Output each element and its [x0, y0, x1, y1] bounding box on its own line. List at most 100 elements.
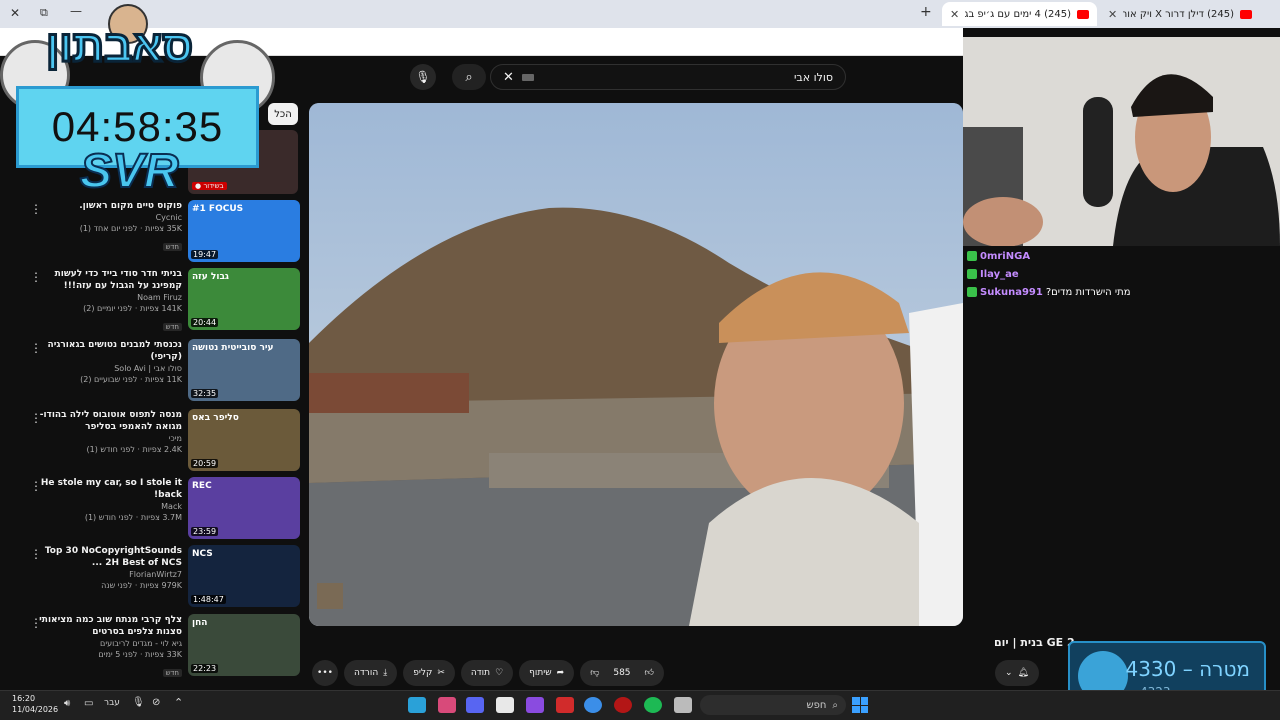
video-thumbnail[interactable]: REC 23:59: [188, 477, 300, 539]
sidebar-video-item[interactable]: סליפר באס 20:59 מנסה לתפוס אוטובוס לילה בה…: [30, 409, 300, 475]
mute-icon[interactable]: ⊘: [152, 697, 160, 708]
video-item-title[interactable]: מנסה לתפוס אוטובוס לילה בהודו- מגואה להא…: [32, 409, 182, 433]
app-icon[interactable]: [496, 697, 514, 713]
sidebar-video-item[interactable]: עיר סובייטית נטושה 32:35 נכנסתי למבנים נטו…: [30, 339, 300, 405]
video-thumbnail[interactable]: החן 22:23: [188, 614, 300, 676]
chat-username: Ilay_ae: [980, 268, 1019, 280]
youtube-icon: [1240, 9, 1252, 19]
search-button[interactable]: ⌕: [452, 64, 486, 90]
video-player[interactable]: [309, 103, 963, 626]
video-item-views: 141K צפיות · לפני יומיים (2): [83, 304, 182, 313]
download-button[interactable]: הורדה ⤓: [344, 660, 398, 686]
telegram-icon[interactable]: [408, 697, 426, 713]
thanks-button[interactable]: תודה ♡: [460, 660, 514, 686]
dislike-icon[interactable]: 👎︎: [590, 668, 599, 678]
sidebar-video-item[interactable]: NCS 1:48:47 Top 30 NoCopyrightSounds 2H Be…: [30, 545, 300, 611]
webcam-frame: [963, 37, 1280, 246]
video-item-channel[interactable]: FlorianWirtz7: [32, 569, 182, 580]
close-tab-icon[interactable]: ✕: [1108, 8, 1117, 21]
clip-button[interactable]: קליפ ✂: [403, 660, 455, 686]
close-tab-icon[interactable]: ✕: [950, 8, 959, 21]
spotify-icon[interactable]: [644, 697, 662, 713]
video-item-title[interactable]: נכנסתי למבנים נטושים בגאורגיה (קריפי): [32, 339, 182, 363]
video-title: GE 2 בנית | יום: [994, 636, 1075, 649]
chevron-up-icon[interactable]: ⌃: [174, 696, 183, 709]
network-icon[interactable]: ▭: [84, 698, 93, 709]
video-duration: 20:59: [191, 459, 219, 468]
tab-1[interactable]: (245) דילן דרור X ויק אוחנה - יו ✕: [1100, 2, 1260, 26]
sidebar-video-item[interactable]: #1 FOCUS 19:47 פוקוס טיים מקום ראשון. Cycni…: [30, 200, 300, 266]
thumbnail-text: NCS: [192, 549, 213, 559]
discord-icon[interactable]: [466, 697, 484, 713]
video-item-title[interactable]: צלף קרבי מנתח שוב כמה מציאותי סצנות צלפי…: [32, 614, 182, 638]
video-actions: ••• הורדה ⤓ קליפ ✂ תודה ♡ שיתוף ➦ 👎︎ 585 👍︎: [312, 660, 664, 686]
more-options-icon[interactable]: ⋮: [30, 616, 42, 630]
chat-username: Sukuna991: [980, 286, 1043, 298]
video-thumbnail[interactable]: גבול עזה 20:44: [188, 268, 300, 330]
keyboard-icon[interactable]: [521, 73, 534, 81]
more-options-icon[interactable]: ⋮: [30, 202, 42, 216]
app-icon[interactable]: [556, 697, 574, 713]
system-clock[interactable]: 16:20 11/04/2026: [12, 693, 58, 715]
like-icon[interactable]: 👍︎: [645, 668, 654, 678]
volume-icon[interactable]: 🔊︎: [64, 698, 70, 709]
restore-window-icon[interactable]: ⧉: [40, 6, 48, 20]
voice-search-button[interactable]: 🎙: [410, 64, 436, 90]
svr-label: SVR: [79, 144, 180, 199]
chat-message: Sukuna991 מתי הישרדות מדים?: [963, 284, 1239, 300]
microphone-icon[interactable]: 🎙︎: [132, 697, 145, 708]
video-thumbnail[interactable]: סליפר באס 20:59: [188, 409, 300, 471]
thumbnail-text: גבול עזה: [192, 272, 229, 282]
sidebar-video-item[interactable]: החן 22:23 צלף קרבי מנתח שוב כמה מציאותי סצ…: [30, 614, 300, 680]
sidebar-video-item[interactable]: גבול עזה 20:44 בניתי חדר סודי בייד כדי לעש…: [30, 268, 300, 334]
tab-1-label: (245) דילן דרור X ויק אוחנה - יו: [1123, 8, 1234, 20]
chat-message: Ilay_ae: [963, 266, 1239, 282]
notification-button[interactable]: ⌄ 🔔︎: [995, 660, 1039, 686]
video-item-channel[interactable]: גיא לוי - מגדים לריבועים: [32, 638, 182, 649]
app-icon[interactable]: [438, 697, 456, 713]
more-actions-button[interactable]: •••: [312, 660, 338, 686]
video-thumbnail[interactable]: #1 FOCUS 19:47: [188, 200, 300, 262]
clock-date: 11/04/2026: [12, 705, 59, 714]
bell-icon: 🔔︎: [1017, 668, 1029, 678]
tab-2[interactable]: (245) 4 ימים עם ג׳יפ בגאור ✕: [942, 2, 1097, 26]
new-tab-icon[interactable]: +: [920, 4, 932, 20]
video-item-channel[interactable]: Cycnic: [32, 212, 182, 223]
more-options-icon[interactable]: ⋮: [30, 411, 42, 425]
video-item-channel[interactable]: Mack: [32, 501, 182, 512]
minimize-window-icon[interactable]: —: [70, 4, 82, 18]
video-item-title[interactable]: בניתי חדר סודי בייד כדי לעשות קמפינג על …: [32, 268, 182, 292]
taskbar-search[interactable]: חפש ⌕: [700, 695, 846, 715]
video-thumbnail[interactable]: עיר סובייטית נטושה 32:35: [188, 339, 300, 401]
more-options-icon[interactable]: ⋮: [30, 547, 42, 561]
share-button[interactable]: שיתוף ➦: [519, 660, 575, 686]
new-badge: חדש: [162, 243, 182, 251]
task-view-icon[interactable]: [674, 697, 692, 713]
clock-time: 16:20: [12, 694, 36, 703]
sidebar-video-item[interactable]: REC 23:59 He stole my car, so I stole it b…: [30, 477, 300, 543]
video-thumbnail[interactable]: NCS 1:48:47: [188, 545, 300, 607]
app-icon[interactable]: [526, 697, 544, 713]
more-options-icon[interactable]: ⋮: [30, 270, 42, 284]
thumbnail-text: REC: [192, 481, 212, 491]
search-input[interactable]: סולו אבי ✕: [490, 64, 846, 90]
video-item-channel[interactable]: Noam Firuz: [32, 292, 182, 303]
close-window-icon[interactable]: ✕: [10, 6, 20, 20]
language-indicator[interactable]: עבר: [104, 698, 120, 708]
youtube-icon: [1077, 9, 1089, 19]
obs-icon[interactable]: [614, 697, 632, 713]
more-options-icon[interactable]: ⋮: [30, 341, 42, 355]
video-item-channel[interactable]: מיכי: [32, 433, 182, 444]
windows-start-icon[interactable]: [852, 697, 868, 713]
video-item-title[interactable]: He stole my car, so I stole it back!: [32, 477, 182, 501]
chip-all[interactable]: הכל: [268, 103, 298, 125]
thumbnail-text: החן: [192, 618, 208, 628]
stream-logo: סאבתון: [44, 21, 194, 73]
chrome-icon[interactable]: [584, 697, 602, 713]
clear-search-icon[interactable]: ✕: [503, 70, 514, 85]
video-duration: 32:35: [191, 389, 219, 398]
more-options-icon[interactable]: ⋮: [30, 479, 42, 493]
video-item-channel[interactable]: סולו אבי | Solo Avi: [32, 363, 182, 374]
video-item-title[interactable]: Top 30 NoCopyrightSounds 2H Best of NCS …: [32, 545, 182, 569]
video-item-title[interactable]: פוקוס טיים מקום ראשון.: [32, 200, 182, 212]
